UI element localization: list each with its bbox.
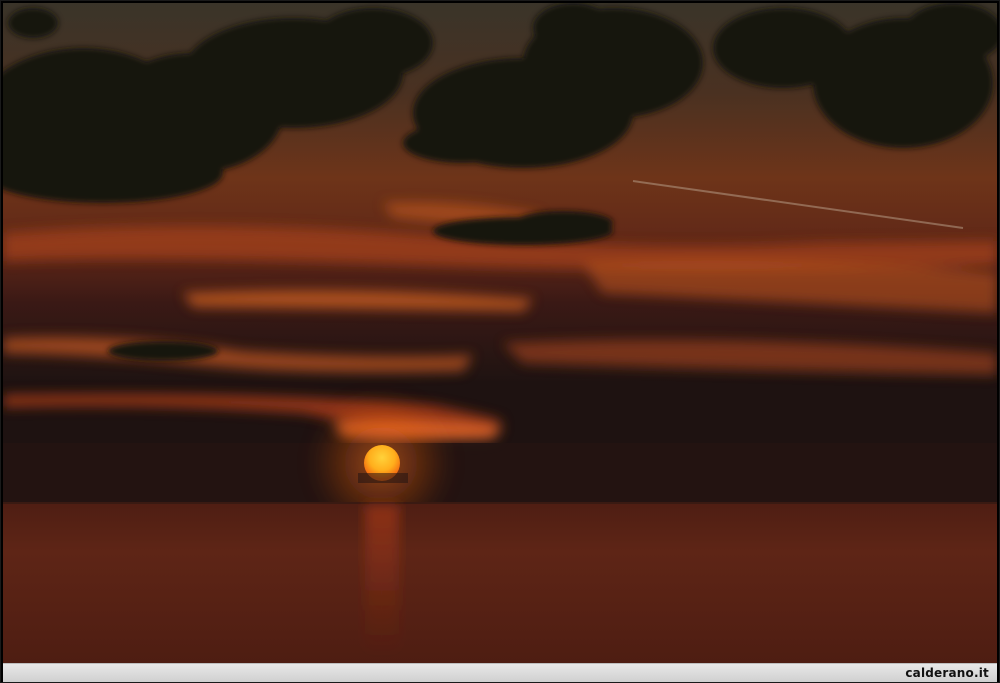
photo-frame: calderano.it	[0, 0, 1000, 683]
sun-haze	[358, 473, 408, 483]
sun-reflection	[365, 505, 399, 655]
sea	[3, 504, 997, 663]
horizon-haze	[3, 443, 997, 505]
watermark-label: calderano.it	[905, 666, 989, 680]
caption-bar: calderano.it	[3, 663, 997, 682]
sunset-photo	[3, 3, 997, 663]
sunset-image	[3, 3, 997, 663]
